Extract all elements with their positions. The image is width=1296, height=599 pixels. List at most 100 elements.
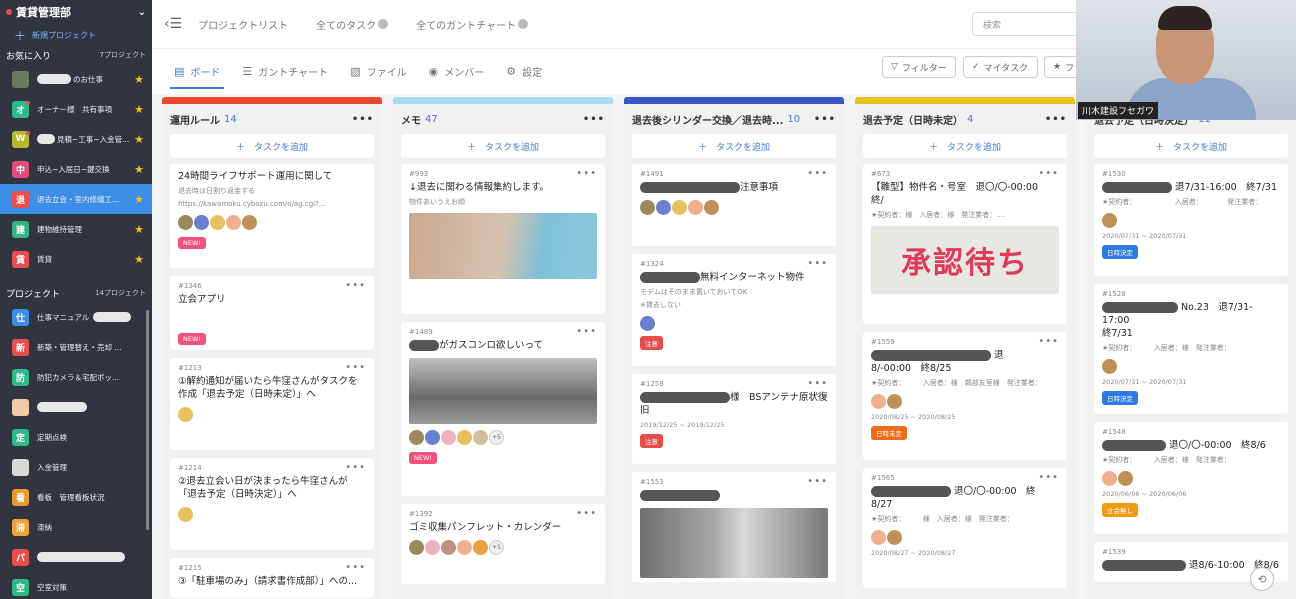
approval-pending-image[interactable]: 承認待ち <box>871 226 1059 294</box>
card-photo[interactable] <box>640 508 828 578</box>
add-task-button[interactable]: ＋ タスクを追加 <box>1094 134 1288 158</box>
star-icon[interactable]: ★ <box>134 223 144 236</box>
card-title: 立会アプリ <box>178 294 226 305</box>
column-color-bar <box>855 97 1075 104</box>
sidebar-item-application[interactable]: 中 申込~入居日~鍵交換 ★ <box>0 154 152 184</box>
sidebar-item-my-work[interactable]: のお仕事 ★ <box>0 64 152 94</box>
star-icon[interactable]: ★ <box>134 133 144 146</box>
sidebar: 賃貸管理部 ⌄ ＋ 新規プロジェクト お気に入り 7プロジェクト のお仕事 ★ … <box>0 0 152 599</box>
nav-project-list[interactable]: プロジェクトリスト <box>198 17 288 32</box>
star-icon[interactable]: ★ <box>134 253 144 266</box>
more-assignees-count[interactable]: +5 <box>489 430 504 445</box>
task-card[interactable]: #1528 No.23 退7/31-17:00 終7/31 ★契約者： 入居者：… <box>1094 284 1288 414</box>
more-icon[interactable]: ••• <box>345 280 366 291</box>
task-card[interactable]: ••• #1324 無料インターネット物件 モデムはそのまま置いておいてOK ※… <box>632 254 836 366</box>
more-icon[interactable]: ••• <box>576 326 597 337</box>
nav-all-tasks[interactable]: 全てのタスク <box>316 17 389 32</box>
task-card[interactable]: ••• #1346 立会アプリ NEW! <box>170 276 374 350</box>
sidebar-item-label: 退去立会・室内修繕工... <box>37 194 120 204</box>
sidebar-scrollbar[interactable] <box>146 310 149 530</box>
avatar <box>1118 471 1133 486</box>
sidebar-item-payments[interactable]: 入金管理 <box>0 452 152 482</box>
task-card[interactable]: ••• #673 【雛型】物件名・号室 退〇/〇-00:00 終/ ★契約者：様… <box>863 164 1067 324</box>
star-icon[interactable]: ★ <box>134 163 144 176</box>
card-photo[interactable] <box>409 213 597 279</box>
more-icon[interactable]: ••• <box>345 562 366 573</box>
more-icon[interactable]: ••• <box>345 362 366 373</box>
star-icon: ★ <box>1053 62 1062 72</box>
tab-board[interactable]: ▤ ボード <box>169 49 225 95</box>
task-card[interactable]: #1548 退〇/〇-00:00 終8/6 ★契約者： 入居者：様 発注業者： … <box>1094 422 1288 534</box>
sidebar-item-redacted[interactable] <box>0 392 152 422</box>
more-icon[interactable]: ••• <box>576 508 597 519</box>
more-icon[interactable]: ••• <box>1038 472 1059 483</box>
add-task-button[interactable]: ＋ タスクを追加 <box>863 134 1067 158</box>
task-card[interactable]: ••• #1553 <box>632 472 836 582</box>
filter-button[interactable]: ▽ フィルター <box>882 56 956 78</box>
more-icon[interactable]: ••• <box>807 168 828 179</box>
sidebar-item-pa[interactable]: パ <box>0 542 152 572</box>
more-icon[interactable]: ••• <box>1045 114 1067 125</box>
tab-settings[interactable]: ⚙ 設定 <box>506 49 542 95</box>
sidebar-item-owner[interactable]: オ オーナー様 共有事項 ★ <box>0 94 152 124</box>
task-card[interactable]: ••• #1215 ③「駐車場のみ」（請求書作成部）」への... <box>170 558 374 598</box>
more-assignees-count[interactable]: +1 <box>489 540 504 555</box>
tab-file[interactable]: ▧ ファイル <box>350 49 406 95</box>
redacted-text <box>37 402 87 412</box>
card-link[interactable]: https://kawamoku.cybozu.com/o/ag.cgi?... <box>178 199 366 209</box>
nav-all-gantt[interactable]: 全てのガントチャート <box>416 17 529 32</box>
sidebar-item-camera[interactable]: 防 防犯カメラ＆宅配ボッ... <box>0 362 152 392</box>
add-task-button[interactable]: ＋ タスクを追加 <box>632 134 836 158</box>
card-description: ★契約者： 入居者：様 発注業者： <box>1102 344 1231 352</box>
history-icon[interactable]: ⟲ <box>1250 567 1274 591</box>
task-card[interactable]: ••• #1213 ①解約通知が届いたら牛窪さんがタスクを作成「退去予定（日時未… <box>170 358 374 450</box>
task-card[interactable]: ••• #1559 退 8/-00:00 終8/25 ★契約者： 入居者：様 鵜… <box>863 332 1067 460</box>
video-call-overlay[interactable]: 川木建設フセガワ <box>1076 0 1296 120</box>
task-card[interactable]: ••• #1258 様 BSアンテナ原状復旧 2019/12/25 ~ 2019… <box>632 374 836 464</box>
add-task-button[interactable]: ＋ タスクを追加 <box>170 134 374 158</box>
task-card[interactable]: ••• #1392 ゴミ収集パンフレット・カレンダー +1 <box>401 504 605 584</box>
tab-member[interactable]: ◉ メンバー <box>429 49 485 95</box>
star-icon[interactable]: ★ <box>134 73 144 86</box>
more-icon[interactable]: ••• <box>1038 168 1059 179</box>
org-switcher[interactable]: 賃貸管理部 ⌄ <box>0 0 152 24</box>
add-task-button[interactable]: ＋ タスクを追加 <box>401 134 605 158</box>
task-card[interactable]: #1530 退7/31-16:00 終7/31 ★契約者： 入居者： 発注業者：… <box>1094 164 1288 276</box>
more-icon[interactable]: ••• <box>576 168 597 179</box>
sidebar-item-manual[interactable]: 仕 仕事マニュアル <box>0 302 152 332</box>
card-photo[interactable] <box>409 358 597 424</box>
sidebar-item-inspection[interactable]: 定 定期点検 <box>0 422 152 452</box>
more-icon[interactable]: ••• <box>583 114 605 125</box>
sidebar-item-move-out[interactable]: 退 退去立会・室内修繕工... ★ <box>0 184 152 214</box>
back-menu-icon[interactable]: ‹☰ <box>164 16 182 32</box>
sidebar-item-new-build[interactable]: 新 新築・管理替え・売却 ... <box>0 332 152 362</box>
sidebar-item-signboard[interactable]: 看 看板 管理看板状況 <box>0 482 152 512</box>
task-card[interactable]: ••• #993 ↓退去に関わる情報集約します。 物件あいうえお順 <box>401 164 605 314</box>
sidebar-item-building[interactable]: 建 建物維持管理 ★ <box>0 214 152 244</box>
chevron-down-icon[interactable]: ⌄ <box>138 7 146 18</box>
task-card[interactable]: ••• #1214 ②退去立会い日が決まったら牛窪さんが「退去予定（日時決定）」… <box>170 458 374 550</box>
star-icon[interactable]: ★ <box>134 193 144 206</box>
more-icon[interactable]: ••• <box>1038 336 1059 347</box>
plus-icon: ＋ <box>14 28 27 43</box>
star-icon[interactable]: ★ <box>134 103 144 116</box>
more-icon[interactable]: ••• <box>814 114 836 125</box>
task-card[interactable]: ••• #1565 退〇/〇-00:00 終 8/27 ★契約者： 様 入居者：… <box>863 468 1067 588</box>
task-card[interactable]: ••• #1491 注意事項 <box>632 164 836 246</box>
more-icon[interactable]: ••• <box>807 258 828 269</box>
tab-gantt[interactable]: ☰ ガントチャート <box>242 49 328 95</box>
sidebar-item-vacancy[interactable]: 空 空室対策 <box>0 572 152 599</box>
sidebar-item-rental[interactable]: 賃 賃貸 ★ <box>0 244 152 274</box>
more-icon[interactable]: ••• <box>807 378 828 389</box>
avatar <box>12 70 29 88</box>
my-task-button[interactable]: ✓ マイタスク <box>963 56 1038 78</box>
sidebar-item-estimate[interactable]: W 見積~工事~入金管... ★ <box>0 124 152 154</box>
task-card[interactable]: 24時間ライフサポート運用に関して 退去時は日割り返金する https://ka… <box>170 164 374 268</box>
member-icon: ◉ <box>428 65 439 78</box>
more-icon[interactable]: ••• <box>352 114 374 125</box>
new-project-button[interactable]: ＋ 新規プロジェクト <box>0 24 152 46</box>
more-icon[interactable]: ••• <box>807 476 828 487</box>
sidebar-item-arrears[interactable]: 滞 滞納 <box>0 512 152 542</box>
more-icon[interactable]: ••• <box>345 462 366 473</box>
task-card[interactable]: ••• #1489 がガスコンロ欲しいって +5 NEW! <box>401 322 605 496</box>
